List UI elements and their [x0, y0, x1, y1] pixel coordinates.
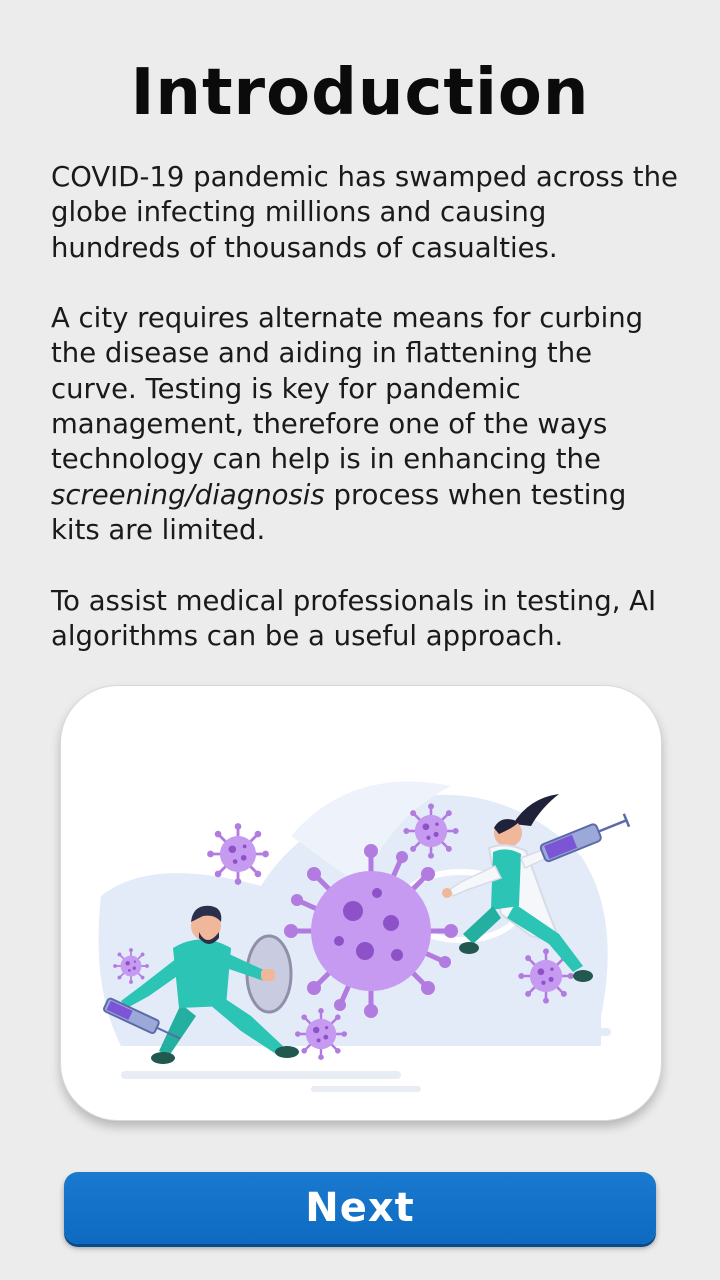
illustration-card — [60, 685, 662, 1121]
intro-text: COVID-19 pandemic has swamped across the… — [51, 160, 681, 654]
page-title: Introduction — [130, 56, 590, 130]
intro-paragraph-3: To assist medical professionals in testi… — [51, 584, 657, 652]
next-button[interactable]: Next — [64, 1172, 656, 1244]
intro-paragraph-2-emphasis: screening/diagnosis — [51, 478, 325, 511]
intro-paragraph-2: A city requires alternate means for curb… — [51, 301, 681, 548]
doctors-fighting-virus-illustration — [98, 781, 631, 1092]
intro-paragraph-1: COVID-19 pandemic has swamped across the… — [51, 161, 678, 264]
intro-paragraph-2-lead: A city requires alternate means for curb… — [51, 302, 644, 476]
